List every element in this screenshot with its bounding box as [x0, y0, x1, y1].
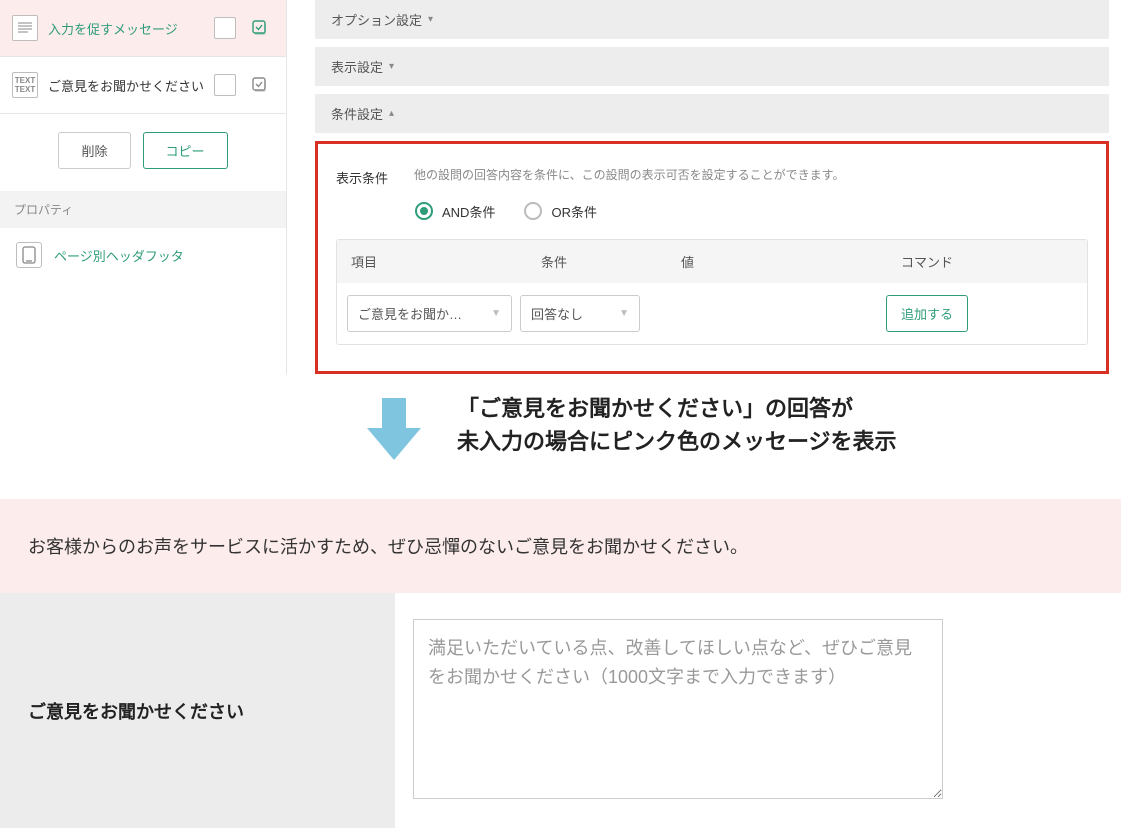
- radio-label: OR条件: [551, 202, 597, 221]
- copy-button[interactable]: コピー: [143, 132, 228, 169]
- condition-description: 他の設問の回答内容を条件に、この設問の表示可否を設定することができます。: [414, 166, 1088, 183]
- properties-heading: プロパティ: [0, 191, 286, 228]
- chevron-down-icon: ▾: [389, 61, 394, 72]
- checkbox[interactable]: [214, 74, 236, 96]
- radio-label: AND条件: [442, 202, 495, 221]
- property-page-header-footer[interactable]: ページ別ヘッダフッタ: [0, 228, 286, 282]
- sidebar-item-feedback[interactable]: TEXTTEXT ご意見をお聞かせください: [0, 57, 286, 114]
- device-icon: [16, 242, 42, 268]
- accordion-label: 条件設定: [331, 104, 383, 123]
- header-condition: 条件: [527, 240, 667, 283]
- annotation-line2: 未入力の場合にピンク色のメッセージを表示: [457, 425, 897, 458]
- select-value: 回答なし: [531, 304, 583, 323]
- arrow-check-icon[interactable]: [246, 71, 274, 99]
- radio-group: AND条件 OR条件: [414, 201, 1088, 221]
- pink-message-banner: お客様からのお声をサービスに活かすため、ぜひ忌憚のないご意見をお聞かせください。: [0, 499, 1121, 593]
- sidebar-item-label: ご意見をお聞かせください: [48, 76, 204, 95]
- down-arrow-icon: [355, 392, 433, 473]
- accordion-label: 表示設定: [331, 57, 383, 76]
- delete-button[interactable]: 削除: [58, 132, 130, 169]
- main-panel: オプション設定 ▾ 表示設定 ▾ 条件設定 ▴ 表示条件 他の設問の回答内容を条…: [287, 0, 1121, 374]
- select-item[interactable]: ご意見をお聞か… ▼: [347, 295, 512, 332]
- config-region: 入力を促すメッセージ TEXTTEXT ご意見をお聞かせください 削除 コピー …: [0, 0, 1121, 374]
- chevron-up-icon: ▴: [389, 108, 394, 119]
- property-label: ページ別ヘッダフッタ: [54, 246, 184, 265]
- condition-header-row: 項目 条件 値 コマンド: [337, 240, 1087, 283]
- caret-down-icon: ▼: [491, 308, 501, 319]
- radio-or[interactable]: OR条件: [523, 201, 597, 221]
- header-value: 値: [667, 240, 767, 283]
- radio-unselected-icon: [523, 201, 543, 221]
- sidebar: 入力を促すメッセージ TEXTTEXT ご意見をお聞かせください 削除 コピー …: [0, 0, 287, 374]
- accordion-condition[interactable]: 条件設定 ▴: [315, 94, 1109, 133]
- annotation-region: 「ご意見をお聞かせください」の回答が 未入力の場合にピンク色のメッセージを表示: [0, 374, 1121, 499]
- accordion-display[interactable]: 表示設定 ▾: [315, 47, 1109, 86]
- arrow-check-icon[interactable]: [246, 14, 274, 42]
- caret-down-icon: ▼: [619, 308, 629, 319]
- radio-selected-icon: [414, 201, 434, 221]
- chevron-down-icon: ▾: [428, 14, 433, 25]
- annotation-text: 「ご意見をお聞かせください」の回答が 未入力の場合にピンク色のメッセージを表示: [457, 392, 897, 458]
- condition-table: 項目 条件 値 コマンド ご意見をお聞か… ▼ 回答なし ▼: [336, 239, 1088, 345]
- preview-region: お客様からのお声をサービスに活かすため、ぜひ忌憚のないご意見をお聞かせください。…: [0, 499, 1121, 828]
- preview-input-cell: [395, 593, 1121, 828]
- sidebar-item-prompt-message[interactable]: 入力を促すメッセージ: [0, 0, 286, 57]
- accordion-option[interactable]: オプション設定 ▾: [315, 0, 1109, 39]
- feedback-textarea[interactable]: [413, 619, 943, 799]
- sidebar-item-label: 入力を促すメッセージ: [48, 19, 204, 38]
- preview-question-label: ご意見をお聞かせください: [0, 593, 395, 828]
- sidebar-button-row: 削除 コピー: [0, 114, 286, 191]
- lines-icon: [12, 15, 38, 41]
- select-condition[interactable]: 回答なし ▼: [520, 295, 640, 332]
- text-icon: TEXTTEXT: [12, 72, 38, 98]
- preview-form: ご意見をお聞かせください: [0, 593, 1121, 828]
- checkbox[interactable]: [214, 17, 236, 39]
- accordion-label: オプション設定: [331, 10, 422, 29]
- annotation-line1: 「ご意見をお聞かせください」の回答が: [457, 392, 897, 425]
- condition-highlight: 表示条件 他の設問の回答内容を条件に、この設問の表示可否を設定することができます…: [315, 141, 1109, 374]
- add-button[interactable]: 追加する: [886, 295, 968, 332]
- radio-and[interactable]: AND条件: [414, 201, 495, 221]
- select-value: ご意見をお聞か…: [358, 304, 462, 323]
- header-item: 項目: [337, 240, 527, 283]
- condition-label: 表示条件: [336, 166, 396, 239]
- condition-row: ご意見をお聞か… ▼ 回答なし ▼ 追加する: [337, 283, 1087, 344]
- header-command: コマンド: [767, 240, 1087, 283]
